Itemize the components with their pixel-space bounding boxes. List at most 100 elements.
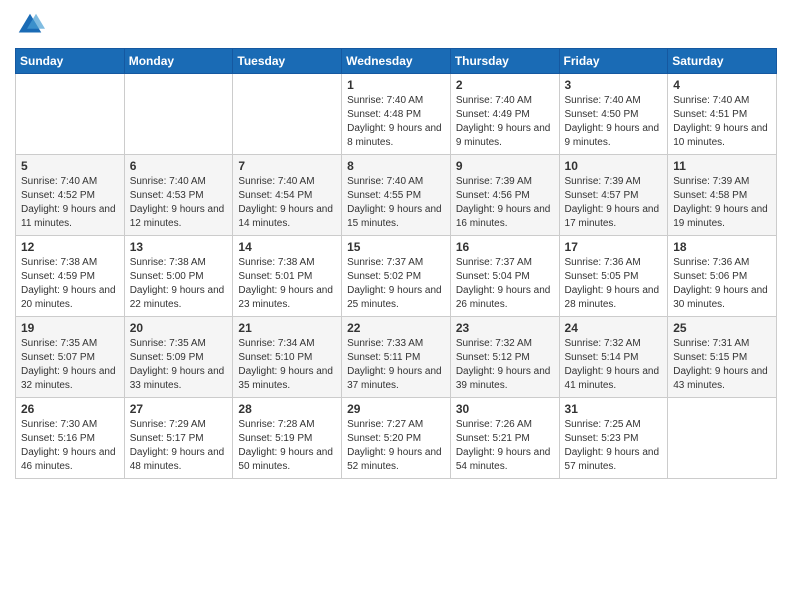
day-number: 12 xyxy=(21,240,119,254)
day-cell-8: 8 Sunrise: 7:40 AM Sunset: 4:55 PM Daylig… xyxy=(342,155,451,236)
day-cell-17: 17 Sunrise: 7:36 AM Sunset: 5:05 PM Dayli… xyxy=(559,236,668,317)
day-info: Sunrise: 7:33 AM Sunset: 5:11 PM Dayligh… xyxy=(347,337,445,393)
day-number: 21 xyxy=(238,321,336,335)
day-cell-27: 27 Sunrise: 7:29 AM Sunset: 5:17 PM Dayli… xyxy=(124,398,233,479)
day-cell-1: 1 Sunrise: 7:40 AM Sunset: 4:48 PM Daylig… xyxy=(342,74,451,155)
day-info: Sunrise: 7:30 AM Sunset: 5:16 PM Dayligh… xyxy=(21,418,119,474)
weekday-header-sunday: Sunday xyxy=(16,49,125,74)
day-cell-9: 9 Sunrise: 7:39 AM Sunset: 4:56 PM Daylig… xyxy=(450,155,559,236)
day-number: 26 xyxy=(21,402,119,416)
day-info: Sunrise: 7:36 AM Sunset: 5:05 PM Dayligh… xyxy=(565,256,663,312)
day-cell-31: 31 Sunrise: 7:25 AM Sunset: 5:23 PM Dayli… xyxy=(559,398,668,479)
day-cell-21: 21 Sunrise: 7:34 AM Sunset: 5:10 PM Dayli… xyxy=(233,317,342,398)
day-info: Sunrise: 7:38 AM Sunset: 4:59 PM Dayligh… xyxy=(21,256,119,312)
day-info: Sunrise: 7:31 AM Sunset: 5:15 PM Dayligh… xyxy=(673,337,771,393)
day-cell-14: 14 Sunrise: 7:38 AM Sunset: 5:01 PM Dayli… xyxy=(233,236,342,317)
day-number: 23 xyxy=(456,321,554,335)
day-info: Sunrise: 7:26 AM Sunset: 5:21 PM Dayligh… xyxy=(456,418,554,474)
week-row-4: 19 Sunrise: 7:35 AM Sunset: 5:07 PM Dayli… xyxy=(16,317,777,398)
day-info: Sunrise: 7:40 AM Sunset: 4:49 PM Dayligh… xyxy=(456,94,554,150)
day-cell-19: 19 Sunrise: 7:35 AM Sunset: 5:07 PM Dayli… xyxy=(16,317,125,398)
day-cell-12: 12 Sunrise: 7:38 AM Sunset: 4:59 PM Dayli… xyxy=(16,236,125,317)
logo-icon xyxy=(15,10,45,40)
day-cell-13: 13Sunrise: 7:38 AM Sunset: 5:00 PM Dayli… xyxy=(124,236,233,317)
weekday-header-saturday: Saturday xyxy=(668,49,777,74)
weekday-header-thursday: Thursday xyxy=(450,49,559,74)
day-number: 15 xyxy=(347,240,445,254)
day-number: 8 xyxy=(347,159,445,173)
day-number: 18 xyxy=(673,240,771,254)
day-info: Sunrise: 7:40 AM Sunset: 4:51 PM Dayligh… xyxy=(673,94,771,150)
weekday-header-row: SundayMondayTuesdayWednesdayThursdayFrid… xyxy=(16,49,777,74)
day-number: 13 xyxy=(130,240,228,254)
day-cell-3: 3 Sunrise: 7:40 AM Sunset: 4:50 PM Daylig… xyxy=(559,74,668,155)
day-info: Sunrise: 7:39 AM Sunset: 4:57 PM Dayligh… xyxy=(565,175,663,231)
day-number: 24 xyxy=(565,321,663,335)
day-number: 3 xyxy=(565,78,663,92)
day-number: 28 xyxy=(238,402,336,416)
day-info: Sunrise: 7:39 AM Sunset: 4:58 PM Dayligh… xyxy=(673,175,771,231)
day-cell-25: 25 Sunrise: 7:31 AM Sunset: 5:15 PM Dayli… xyxy=(668,317,777,398)
weekday-header-tuesday: Tuesday xyxy=(233,49,342,74)
logo xyxy=(15,10,49,40)
day-cell-20: 20 Sunrise: 7:35 AM Sunset: 5:09 PM Dayli… xyxy=(124,317,233,398)
day-number: 5 xyxy=(21,159,119,173)
day-cell-6: 6Sunrise: 7:40 AM Sunset: 4:53 PM Daylig… xyxy=(124,155,233,236)
day-info: Sunrise: 7:40 AM Sunset: 4:54 PM Dayligh… xyxy=(238,175,336,231)
day-number: 16 xyxy=(456,240,554,254)
week-row-2: 5Sunrise: 7:40 AM Sunset: 4:52 PM Daylig… xyxy=(16,155,777,236)
weekday-header-monday: Monday xyxy=(124,49,233,74)
day-info: Sunrise: 7:36 AM Sunset: 5:06 PM Dayligh… xyxy=(673,256,771,312)
day-cell-30: 30 Sunrise: 7:26 AM Sunset: 5:21 PM Dayli… xyxy=(450,398,559,479)
day-info: Sunrise: 7:27 AM Sunset: 5:20 PM Dayligh… xyxy=(347,418,445,474)
day-number: 7 xyxy=(238,159,336,173)
day-number: 17 xyxy=(565,240,663,254)
day-number: 4 xyxy=(673,78,771,92)
day-number: 31 xyxy=(565,402,663,416)
day-cell-29: 29Sunrise: 7:27 AM Sunset: 5:20 PM Dayli… xyxy=(342,398,451,479)
day-cell-16: 16 Sunrise: 7:37 AM Sunset: 5:04 PM Dayli… xyxy=(450,236,559,317)
weekday-header-wednesday: Wednesday xyxy=(342,49,451,74)
day-number: 9 xyxy=(456,159,554,173)
day-info: Sunrise: 7:25 AM Sunset: 5:23 PM Dayligh… xyxy=(565,418,663,474)
day-cell-24: 24Sunrise: 7:32 AM Sunset: 5:14 PM Dayli… xyxy=(559,317,668,398)
day-info: Sunrise: 7:34 AM Sunset: 5:10 PM Dayligh… xyxy=(238,337,336,393)
day-info: Sunrise: 7:35 AM Sunset: 5:07 PM Dayligh… xyxy=(21,337,119,393)
day-cell-5: 5Sunrise: 7:40 AM Sunset: 4:52 PM Daylig… xyxy=(16,155,125,236)
day-info: Sunrise: 7:32 AM Sunset: 5:12 PM Dayligh… xyxy=(456,337,554,393)
day-number: 25 xyxy=(673,321,771,335)
day-number: 19 xyxy=(21,321,119,335)
day-info: Sunrise: 7:29 AM Sunset: 5:17 PM Dayligh… xyxy=(130,418,228,474)
day-number: 30 xyxy=(456,402,554,416)
day-info: Sunrise: 7:40 AM Sunset: 4:48 PM Dayligh… xyxy=(347,94,445,150)
calendar-table: SundayMondayTuesdayWednesdayThursdayFrid… xyxy=(15,48,777,479)
day-cell-10: 10 Sunrise: 7:39 AM Sunset: 4:57 PM Dayli… xyxy=(559,155,668,236)
day-number: 11 xyxy=(673,159,771,173)
empty-cell xyxy=(233,74,342,155)
day-number: 20 xyxy=(130,321,228,335)
day-cell-2: 2Sunrise: 7:40 AM Sunset: 4:49 PM Daylig… xyxy=(450,74,559,155)
day-info: Sunrise: 7:37 AM Sunset: 5:04 PM Dayligh… xyxy=(456,256,554,312)
week-row-5: 26 Sunrise: 7:30 AM Sunset: 5:16 PM Dayli… xyxy=(16,398,777,479)
day-cell-4: 4 Sunrise: 7:40 AM Sunset: 4:51 PM Daylig… xyxy=(668,74,777,155)
header xyxy=(15,10,777,40)
day-cell-23: 23 Sunrise: 7:32 AM Sunset: 5:12 PM Dayli… xyxy=(450,317,559,398)
day-cell-15: 15Sunrise: 7:37 AM Sunset: 5:02 PM Dayli… xyxy=(342,236,451,317)
day-number: 10 xyxy=(565,159,663,173)
day-cell-26: 26 Sunrise: 7:30 AM Sunset: 5:16 PM Dayli… xyxy=(16,398,125,479)
empty-cell xyxy=(668,398,777,479)
day-info: Sunrise: 7:28 AM Sunset: 5:19 PM Dayligh… xyxy=(238,418,336,474)
day-number: 6 xyxy=(130,159,228,173)
week-row-3: 12 Sunrise: 7:38 AM Sunset: 4:59 PM Dayli… xyxy=(16,236,777,317)
day-number: 14 xyxy=(238,240,336,254)
week-row-1: 1 Sunrise: 7:40 AM Sunset: 4:48 PM Daylig… xyxy=(16,74,777,155)
day-info: Sunrise: 7:40 AM Sunset: 4:50 PM Dayligh… xyxy=(565,94,663,150)
day-info: Sunrise: 7:35 AM Sunset: 5:09 PM Dayligh… xyxy=(130,337,228,393)
day-cell-22: 22Sunrise: 7:33 AM Sunset: 5:11 PM Dayli… xyxy=(342,317,451,398)
day-number: 1 xyxy=(347,78,445,92)
day-info: Sunrise: 7:40 AM Sunset: 4:55 PM Dayligh… xyxy=(347,175,445,231)
day-info: Sunrise: 7:39 AM Sunset: 4:56 PM Dayligh… xyxy=(456,175,554,231)
weekday-header-friday: Friday xyxy=(559,49,668,74)
day-info: Sunrise: 7:38 AM Sunset: 5:01 PM Dayligh… xyxy=(238,256,336,312)
day-number: 27 xyxy=(130,402,228,416)
